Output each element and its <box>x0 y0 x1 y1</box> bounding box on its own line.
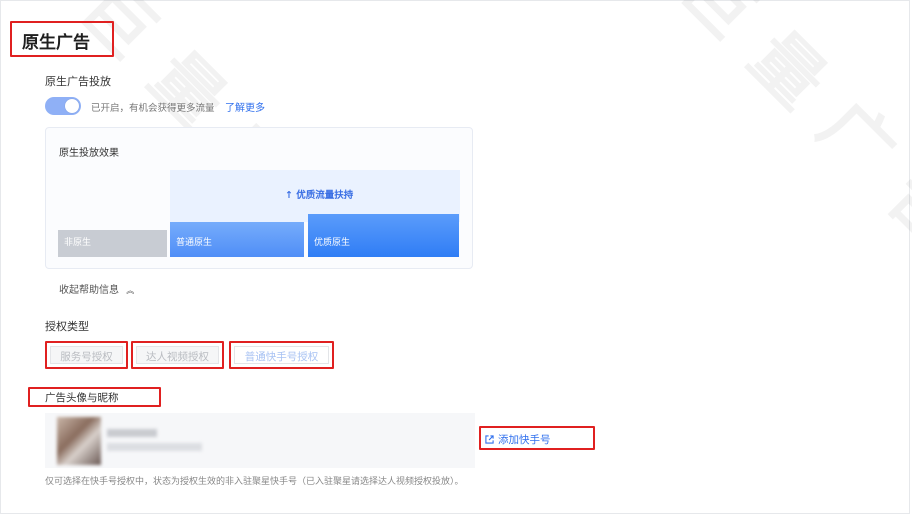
avatar-note: 仅可选择在快手号授权中，状态为授权生效的非入驻聚星快手号（已入驻聚星请选择达人视… <box>45 477 464 487</box>
add-kuaishou-button[interactable]: 添加快手号 <box>485 432 551 447</box>
auth-type-label: 授权类型 <box>45 320 89 333</box>
auth-creator-video-highlight: 达人视频授权 <box>131 341 224 369</box>
account-name-placeholder <box>107 429 157 437</box>
auth-normal-kuaishou-highlight: 普通快手号授权 <box>229 341 334 369</box>
avatar-section-label: 广告头像与昵称 <box>45 392 119 404</box>
avatar <box>57 417 101 465</box>
native-section-label: 原生广告投放 <box>45 75 111 88</box>
arrow-up-icon: ↑ <box>285 190 293 201</box>
toggle-knob <box>65 99 79 113</box>
boost-label-text: 优质流量扶持 <box>296 190 354 201</box>
bar-non-native: 非原生 <box>58 230 167 257</box>
native-toggle[interactable] <box>45 97 81 115</box>
chevron-up-icon: ︽ <box>126 286 135 295</box>
auth-normal-kuaishou-button[interactable]: 普通快手号授权 <box>234 346 329 364</box>
boost-label: ↑ 优质流量扶持 <box>285 187 353 201</box>
auth-creator-video-button[interactable]: 达人视频授权 <box>136 346 219 364</box>
bar-normal-native: 普通原生 <box>170 222 304 257</box>
toggle-status-text: 已开启，有机会获得更多流量 <box>91 103 215 114</box>
add-kuaishou-label: 添加快手号 <box>498 434 551 446</box>
auth-service-highlight: 服务号授权 <box>45 341 128 369</box>
collapse-help-label: 收起帮助信息 <box>59 285 119 296</box>
account-card[interactable] <box>45 413 475 468</box>
bar-quality-native: 优质原生 <box>308 214 459 257</box>
collapse-help-toggle[interactable]: 收起帮助信息 ︽ <box>59 281 134 296</box>
auth-service-button[interactable]: 服务号授权 <box>50 346 123 364</box>
account-id-placeholder <box>107 443 202 451</box>
page-title: 原生广告 <box>22 33 90 53</box>
effect-title: 原生投放效果 <box>59 148 119 159</box>
learn-more-link[interactable]: 了解更多 <box>225 99 265 114</box>
external-link-icon <box>485 435 494 444</box>
